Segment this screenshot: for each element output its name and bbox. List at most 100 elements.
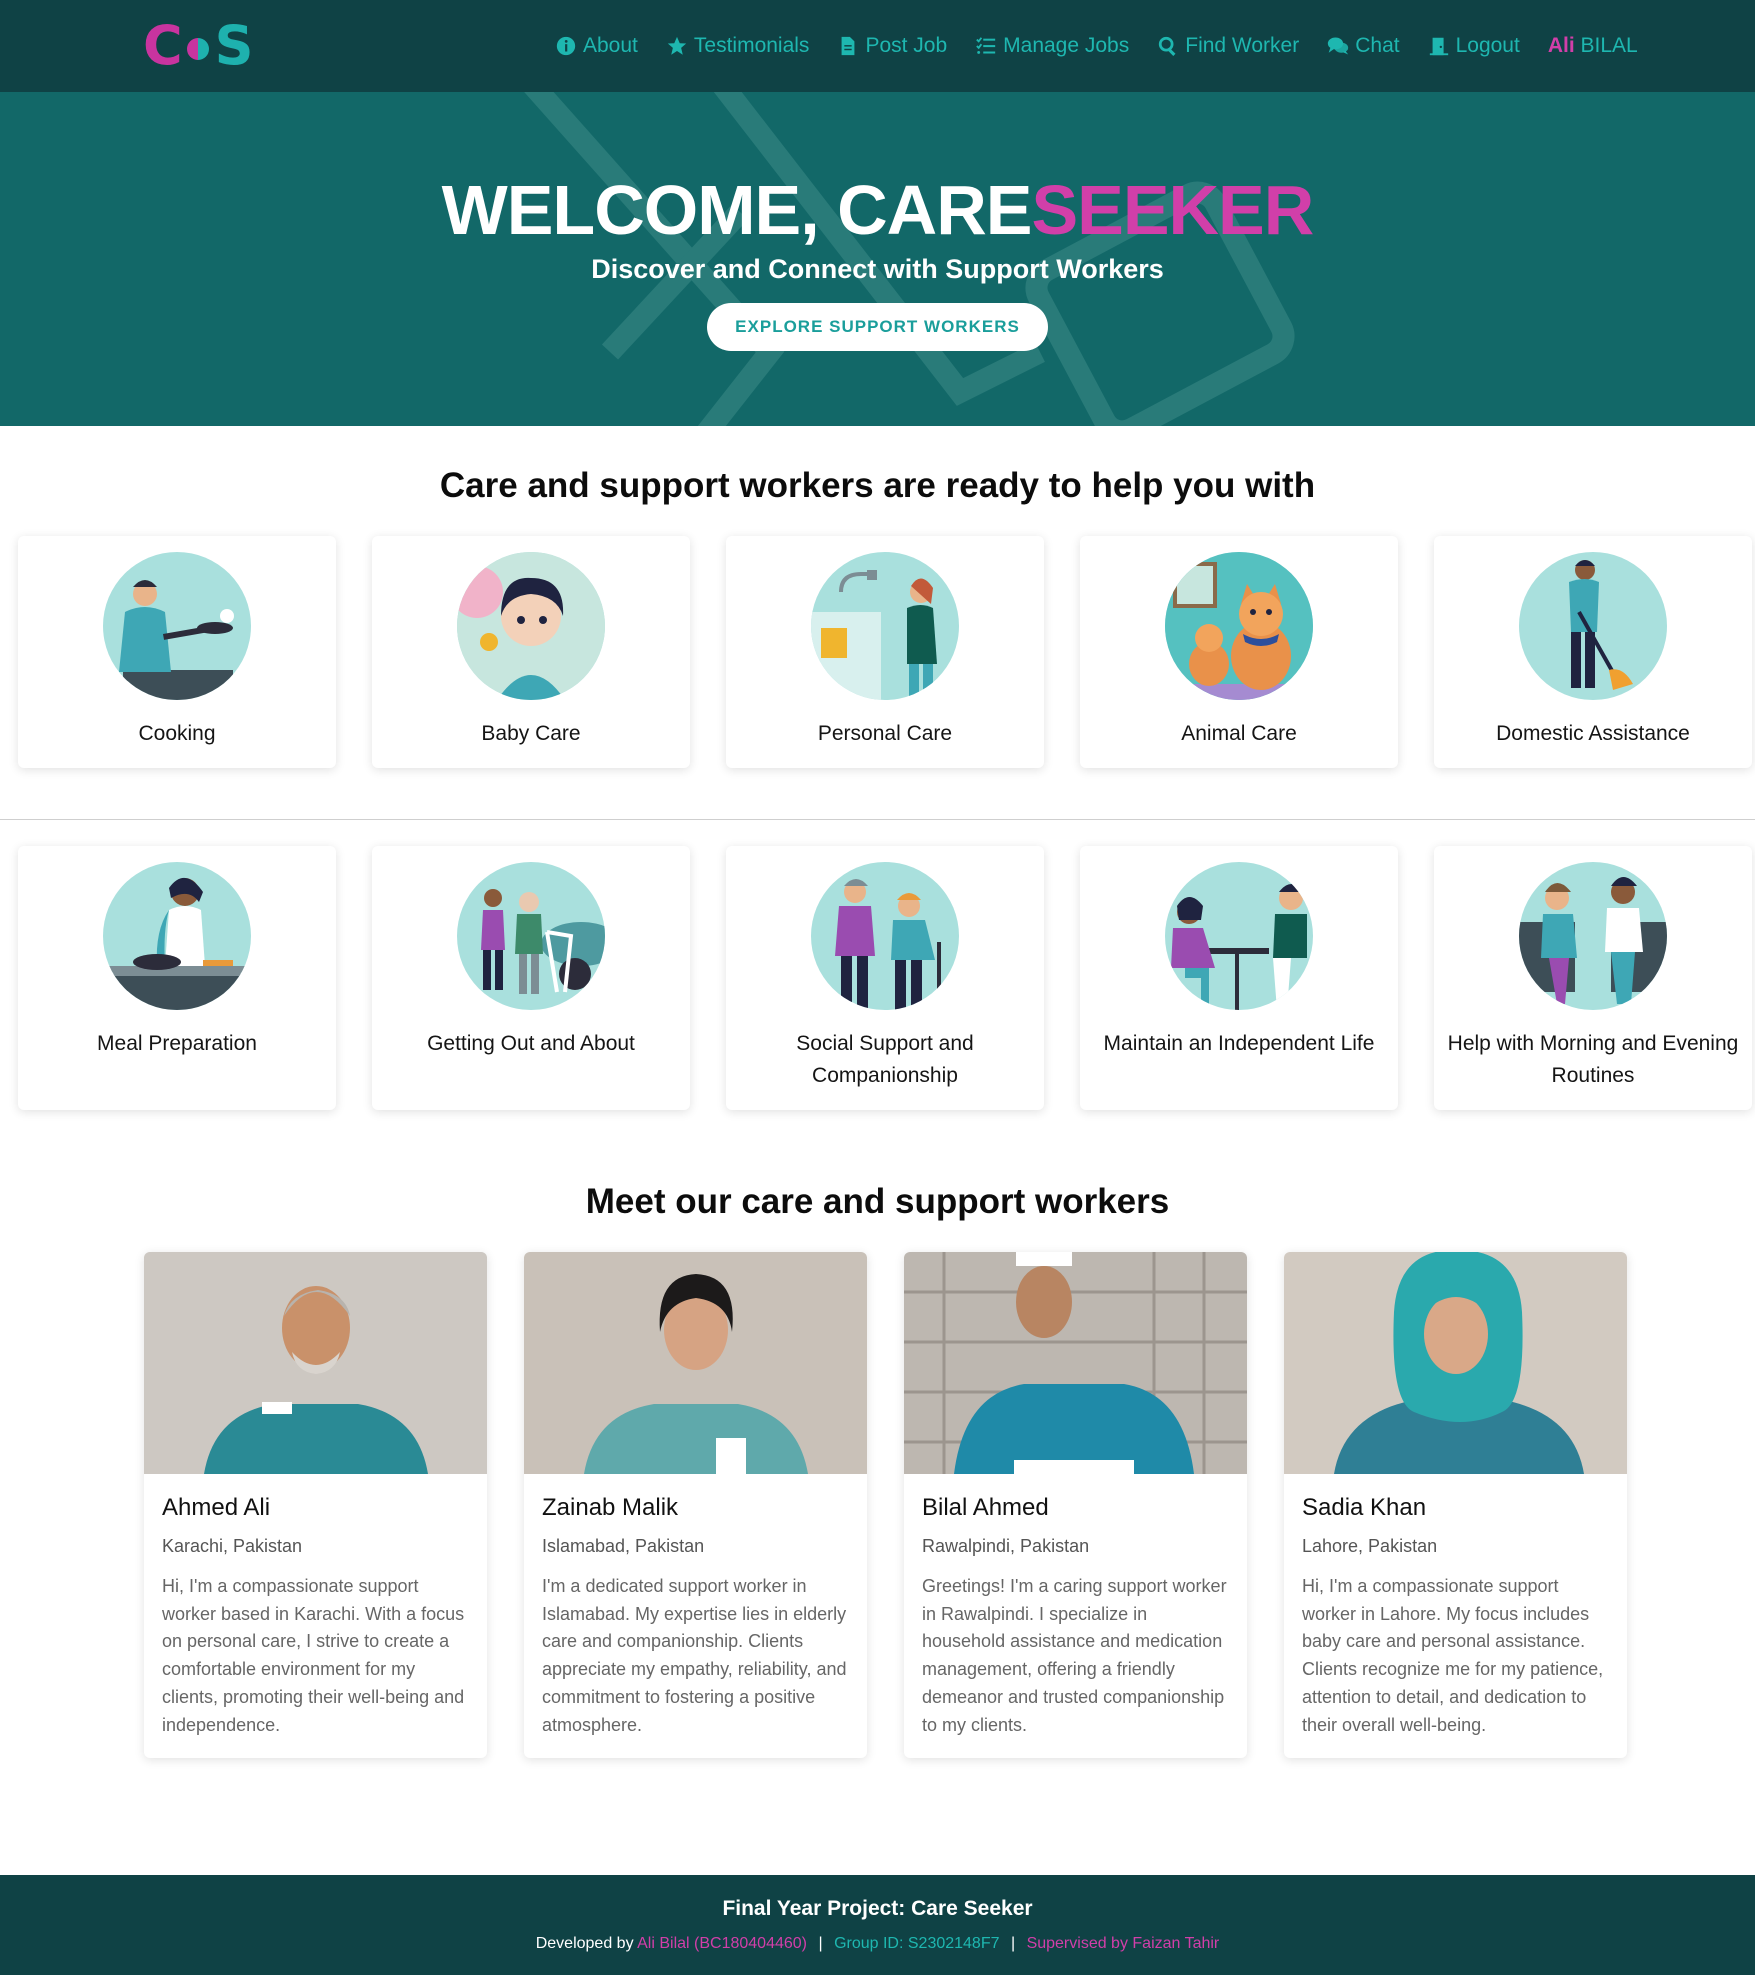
- service-card-social-support[interactable]: Social Support and Companionship: [726, 846, 1044, 1110]
- logo-letter-c: C: [143, 14, 183, 77]
- hero-title: WELCOME, CARESEEKER: [0, 92, 1755, 250]
- footer-title: Final Year Project: Care Seeker: [722, 1897, 1033, 1920]
- service-label: Personal Care: [817, 722, 953, 745]
- nav-post-job-label: Post Job: [865, 34, 948, 57]
- nav-testimonials-label: Testimonials: [693, 34, 810, 57]
- services-divider: [0, 819, 1755, 820]
- worker-bio: Hi, I'm a compassionate support worker b…: [162, 1576, 465, 1735]
- service-card-getting-out[interactable]: Getting Out and About: [372, 846, 690, 1110]
- nav-links: About Testimonials Post Job Manage Jobs …: [555, 0, 1638, 92]
- footer-developer[interactable]: Ali Bilal (BC180404460): [637, 1935, 807, 1952]
- baby-care-illustration: [457, 552, 605, 700]
- footer-separator: |: [818, 1935, 823, 1952]
- nav-about-label: About: [583, 34, 638, 57]
- services-row-2: Meal Preparation Getting Out and About S…: [0, 846, 1755, 1110]
- footer-credits: Developed by Ali Bilal (BC180404460) | G…: [0, 1935, 1755, 1953]
- worker-body: Bilal Ahmed Rawalpindi, Pakistan Greetin…: [904, 1474, 1247, 1739]
- worker-location: Karachi, Pakistan: [162, 1536, 303, 1556]
- workers-row: Ahmed Ali Karachi, Pakistan Hi, I'm a co…: [0, 1252, 1755, 1758]
- social-support-illustration: [811, 862, 959, 1010]
- nav-logout[interactable]: Logout: [1428, 34, 1520, 58]
- navbar: C S About Testimonials Post Job Manage J…: [0, 0, 1755, 92]
- worker-photo: [524, 1252, 867, 1474]
- service-label: Maintain an Independent Life: [1103, 1032, 1375, 1055]
- nav-chat-label: Chat: [1355, 34, 1400, 57]
- service-card-independent-life[interactable]: Maintain an Independent Life: [1080, 846, 1398, 1110]
- footer: Final Year Project: Care Seeker Develope…: [0, 1875, 1755, 1975]
- logo-letter-s: S: [214, 14, 254, 77]
- file-icon: [842, 36, 855, 56]
- nav-chat[interactable]: Chat: [1327, 34, 1400, 58]
- hero-subtitle: Discover and Connect with Support Worker…: [591, 254, 1164, 284]
- nav-post-job[interactable]: Post Job: [837, 34, 947, 58]
- worker-body: Ahmed Ali Karachi, Pakistan Hi, I'm a co…: [144, 1474, 487, 1739]
- service-card-baby-care[interactable]: Baby Care: [372, 536, 690, 768]
- worker-bio: Hi, I'm a compassionate support worker i…: [1302, 1576, 1604, 1735]
- nav-manage-jobs[interactable]: Manage Jobs: [975, 34, 1129, 58]
- service-card-meal-preparation[interactable]: Meal Preparation: [18, 846, 336, 1110]
- service-label: Cooking: [138, 722, 216, 745]
- service-card-morning-evening[interactable]: Help with Morning and Evening Routines: [1434, 846, 1752, 1110]
- service-label: Baby Care: [481, 722, 581, 745]
- personal-care-illustration: [811, 552, 959, 700]
- chat-icon: [1328, 37, 1349, 55]
- service-label: Getting Out and About: [427, 1032, 635, 1055]
- service-card-animal-care[interactable]: Animal Care: [1080, 536, 1398, 768]
- nav-about[interactable]: About: [555, 34, 638, 58]
- info-icon: [556, 36, 576, 56]
- nav-logout-label: Logout: [1455, 34, 1520, 57]
- meal-preparation-illustration: [103, 862, 251, 1010]
- nav-find-worker-label: Find Worker: [1185, 34, 1300, 57]
- nav-manage-jobs-label: Manage Jobs: [1003, 34, 1130, 57]
- service-label: Meal Preparation: [97, 1032, 257, 1055]
- footer-supervisor[interactable]: Supervised by Faizan Tahir: [1027, 1935, 1220, 1952]
- nav-testimonials[interactable]: Testimonials: [666, 34, 810, 58]
- hero: WELCOME, CARESEEKER Discover and Connect…: [0, 92, 1755, 426]
- worker-card[interactable]: Ahmed Ali Karachi, Pakistan Hi, I'm a co…: [144, 1252, 487, 1758]
- animal-care-illustration: [1165, 552, 1313, 700]
- footer-developed-prefix: Developed by: [535, 1935, 634, 1952]
- worker-body: Zainab Malik Islamabad, Pakistan I'm a d…: [524, 1474, 867, 1739]
- service-card-personal-care[interactable]: Personal Care: [726, 536, 1044, 768]
- user-first-name: Ali: [1547, 34, 1575, 57]
- door-icon: [1429, 37, 1448, 56]
- worker-photo: [904, 1252, 1247, 1474]
- logo-dot: [186, 38, 209, 60]
- worker-name: Bilal Ahmed: [922, 1494, 1049, 1521]
- worker-photo: [1284, 1252, 1627, 1474]
- worker-photo: [144, 1252, 487, 1474]
- nav-find-worker[interactable]: Find Worker: [1157, 34, 1299, 58]
- independent-life-illustration: [1165, 862, 1313, 1010]
- worker-card[interactable]: Bilal Ahmed Rawalpindi, Pakistan Greetin…: [904, 1252, 1247, 1758]
- worker-location: Lahore, Pakistan: [1302, 1536, 1438, 1556]
- footer-group-id: Group ID: S2302148F7: [834, 1935, 1000, 1952]
- morning-evening-illustration: [1519, 862, 1667, 1010]
- service-label: Social Support and Companionship: [796, 1032, 974, 1087]
- page: C S About Testimonials Post Job Manage J…: [0, 0, 1755, 1975]
- worker-card[interactable]: Sadia Khan Lahore, Pakistan Hi, I'm a co…: [1284, 1252, 1627, 1758]
- service-label: Domestic Assistance: [1496, 722, 1690, 745]
- worker-card[interactable]: Zainab Malik Islamabad, Pakistan I'm a d…: [524, 1252, 867, 1758]
- service-card-cooking[interactable]: Cooking: [18, 536, 336, 768]
- worker-name: Ahmed Ali: [162, 1494, 271, 1521]
- cooking-illustration: [103, 552, 251, 700]
- services-title: Care and support workers are ready to he…: [439, 466, 1316, 505]
- star-icon: [667, 36, 687, 55]
- hero-title-main: WELCOME, CARE: [441, 171, 1033, 249]
- services-row-1: Cooking Baby Care Personal Care Animal C…: [0, 536, 1755, 768]
- getting-out-illustration: [457, 862, 605, 1010]
- list-check-icon: [976, 37, 996, 54]
- nav-user-name[interactable]: Ali BILAL: [1548, 34, 1638, 58]
- search-icon: [1159, 36, 1176, 56]
- service-card-domestic-assistance[interactable]: Domestic Assistance: [1434, 536, 1752, 768]
- logo[interactable]: C S: [143, 14, 254, 77]
- worker-name: Zainab Malik: [542, 1494, 679, 1521]
- footer-separator: |: [1010, 1935, 1016, 1952]
- worker-location: Islamabad, Pakistan: [542, 1536, 705, 1556]
- domestic-assistance-illustration: [1519, 552, 1667, 700]
- explore-workers-button[interactable]: EXPLORE SUPPORT WORKERS: [707, 303, 1048, 351]
- hero-title-accent: SEEKER: [1031, 171, 1314, 249]
- worker-name: Sadia Khan: [1302, 1494, 1427, 1521]
- service-label: Help with Morning and Evening Routines: [1447, 1032, 1739, 1087]
- worker-bio: Greetings! I'm a caring support worker i…: [922, 1576, 1227, 1735]
